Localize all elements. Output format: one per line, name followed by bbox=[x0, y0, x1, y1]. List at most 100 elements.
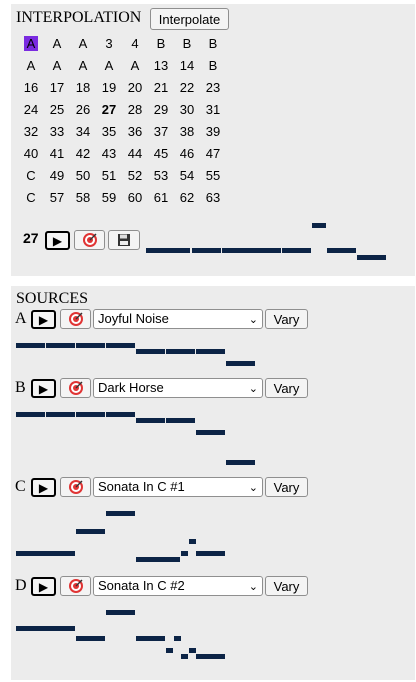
grid-cell-label: C bbox=[26, 168, 36, 183]
grid-cell[interactable]: B bbox=[148, 33, 174, 55]
source-play-button[interactable]: ▶ bbox=[31, 577, 56, 596]
grid-cell[interactable]: 47 bbox=[200, 143, 226, 165]
grid-cell[interactable]: 3 bbox=[96, 33, 122, 55]
grid-cell[interactable]: 54 bbox=[174, 165, 200, 187]
grid-cell[interactable]: 49 bbox=[44, 165, 70, 187]
grid-cell[interactable]: 61 bbox=[148, 187, 174, 209]
grid-cell-label: 13 bbox=[153, 58, 169, 73]
grid-cell[interactable]: 40 bbox=[18, 143, 44, 165]
source-select-value: Joyful Noise bbox=[98, 311, 169, 326]
source-select[interactable]: Sonata In C #2 ⌄ bbox=[93, 576, 263, 596]
source-record-button[interactable] bbox=[60, 309, 91, 329]
grid-cell[interactable]: 37 bbox=[148, 121, 174, 143]
grid-cell[interactable]: 13 bbox=[148, 55, 174, 77]
grid-cell[interactable]: B bbox=[200, 55, 226, 77]
grid-cell[interactable]: 39 bbox=[200, 121, 226, 143]
source-record-button[interactable] bbox=[60, 576, 91, 596]
interpolation-record-button[interactable] bbox=[74, 230, 105, 250]
grid-cell[interactable]: A bbox=[122, 55, 148, 77]
source-play-button[interactable]: ▶ bbox=[31, 310, 56, 329]
grid-cell[interactable]: 19 bbox=[96, 77, 122, 99]
grid-cell[interactable]: A bbox=[44, 33, 70, 55]
vary-button[interactable]: Vary bbox=[265, 576, 308, 596]
grid-cell[interactable]: 35 bbox=[96, 121, 122, 143]
grid-cell[interactable]: 62 bbox=[174, 187, 200, 209]
source-play-button[interactable]: ▶ bbox=[31, 478, 56, 497]
vary-button[interactable]: Vary bbox=[265, 309, 308, 329]
grid-cell-label: A bbox=[52, 36, 62, 51]
source-select[interactable]: Dark Horse ⌄ bbox=[93, 378, 263, 398]
interpolation-play-button[interactable]: ▶ bbox=[45, 231, 70, 250]
grid-cell[interactable]: A bbox=[96, 55, 122, 77]
grid-cell[interactable]: C bbox=[18, 187, 44, 209]
vary-button[interactable]: Vary bbox=[265, 378, 308, 398]
grid-cell[interactable]: 36 bbox=[122, 121, 148, 143]
grid-cell[interactable]: 4 bbox=[122, 33, 148, 55]
grid-cell[interactable]: 24 bbox=[18, 99, 44, 121]
grid-cell[interactable]: 51 bbox=[96, 165, 122, 187]
vary-button[interactable]: Vary bbox=[265, 477, 308, 497]
grid-cell[interactable]: 42 bbox=[70, 143, 96, 165]
grid-cell-label: 63 bbox=[205, 190, 221, 205]
grid-cell-label: 61 bbox=[153, 190, 169, 205]
grid-cell-label: 40 bbox=[23, 146, 39, 161]
grid-cell[interactable]: 18 bbox=[70, 77, 96, 99]
grid-cell[interactable]: 21 bbox=[148, 77, 174, 99]
grid-cell-label: 3 bbox=[105, 36, 113, 51]
grid-cell[interactable]: 33 bbox=[44, 121, 70, 143]
grid-cell[interactable]: 16 bbox=[18, 77, 44, 99]
grid-cell[interactable]: 26 bbox=[70, 99, 96, 121]
grid-cell[interactable]: 41 bbox=[44, 143, 70, 165]
source-record-button[interactable] bbox=[60, 378, 91, 398]
grid-cell[interactable]: 38 bbox=[174, 121, 200, 143]
grid-cell[interactable]: A bbox=[44, 55, 70, 77]
grid-cell[interactable]: 30 bbox=[174, 99, 200, 121]
source-record-button[interactable] bbox=[60, 477, 91, 497]
grid-cell[interactable]: C bbox=[18, 165, 44, 187]
grid-cell[interactable]: 25 bbox=[44, 99, 70, 121]
source-play-button[interactable]: ▶ bbox=[31, 379, 56, 398]
note bbox=[146, 248, 190, 253]
grid-cell[interactable]: A bbox=[18, 55, 44, 77]
grid-cell[interactable]: A bbox=[70, 33, 96, 55]
grid-cell[interactable]: 23 bbox=[200, 77, 226, 99]
grid-cell[interactable]: 55 bbox=[200, 165, 226, 187]
grid-cell-label: 42 bbox=[75, 146, 91, 161]
note bbox=[16, 343, 45, 348]
grid-cell[interactable]: 53 bbox=[148, 165, 174, 187]
grid-cell-label: 57 bbox=[49, 190, 65, 205]
grid-cell[interactable]: B bbox=[174, 33, 200, 55]
grid-cell[interactable]: 60 bbox=[122, 187, 148, 209]
grid-cell[interactable]: 50 bbox=[70, 165, 96, 187]
grid-cell[interactable]: 17 bbox=[44, 77, 70, 99]
grid-cell[interactable]: 32 bbox=[18, 121, 44, 143]
source-select[interactable]: Sonata In C #1 ⌄ bbox=[93, 477, 263, 497]
grid-cell-label: 58 bbox=[75, 190, 91, 205]
interpolate-button[interactable]: Interpolate bbox=[150, 8, 229, 30]
grid-cell[interactable]: 59 bbox=[96, 187, 122, 209]
note bbox=[16, 626, 75, 631]
grid-cell[interactable]: 45 bbox=[148, 143, 174, 165]
grid-cell[interactable]: 29 bbox=[148, 99, 174, 121]
grid-cell-label: 26 bbox=[75, 102, 91, 117]
grid-cell[interactable]: B bbox=[200, 33, 226, 55]
grid-cell[interactable]: 31 bbox=[200, 99, 226, 121]
grid-cell[interactable]: 27 bbox=[96, 99, 122, 121]
interpolation-save-button[interactable] bbox=[108, 230, 140, 250]
grid-cell[interactable]: 44 bbox=[122, 143, 148, 165]
grid-cell[interactable]: A bbox=[70, 55, 96, 77]
grid-cell-label: 16 bbox=[23, 80, 39, 95]
grid-cell[interactable]: 22 bbox=[174, 77, 200, 99]
grid-cell[interactable]: 14 bbox=[174, 55, 200, 77]
grid-cell[interactable]: 52 bbox=[122, 165, 148, 187]
grid-cell[interactable]: 43 bbox=[96, 143, 122, 165]
grid-cell[interactable]: 46 bbox=[174, 143, 200, 165]
grid-cell[interactable]: 20 bbox=[122, 77, 148, 99]
grid-cell[interactable]: 58 bbox=[70, 187, 96, 209]
grid-cell[interactable]: 34 bbox=[70, 121, 96, 143]
grid-cell[interactable]: A bbox=[18, 33, 44, 55]
grid-cell[interactable]: 57 bbox=[44, 187, 70, 209]
grid-cell[interactable]: 28 bbox=[122, 99, 148, 121]
source-select[interactable]: Joyful Noise ⌄ bbox=[93, 309, 263, 329]
grid-cell[interactable]: 63 bbox=[200, 187, 226, 209]
